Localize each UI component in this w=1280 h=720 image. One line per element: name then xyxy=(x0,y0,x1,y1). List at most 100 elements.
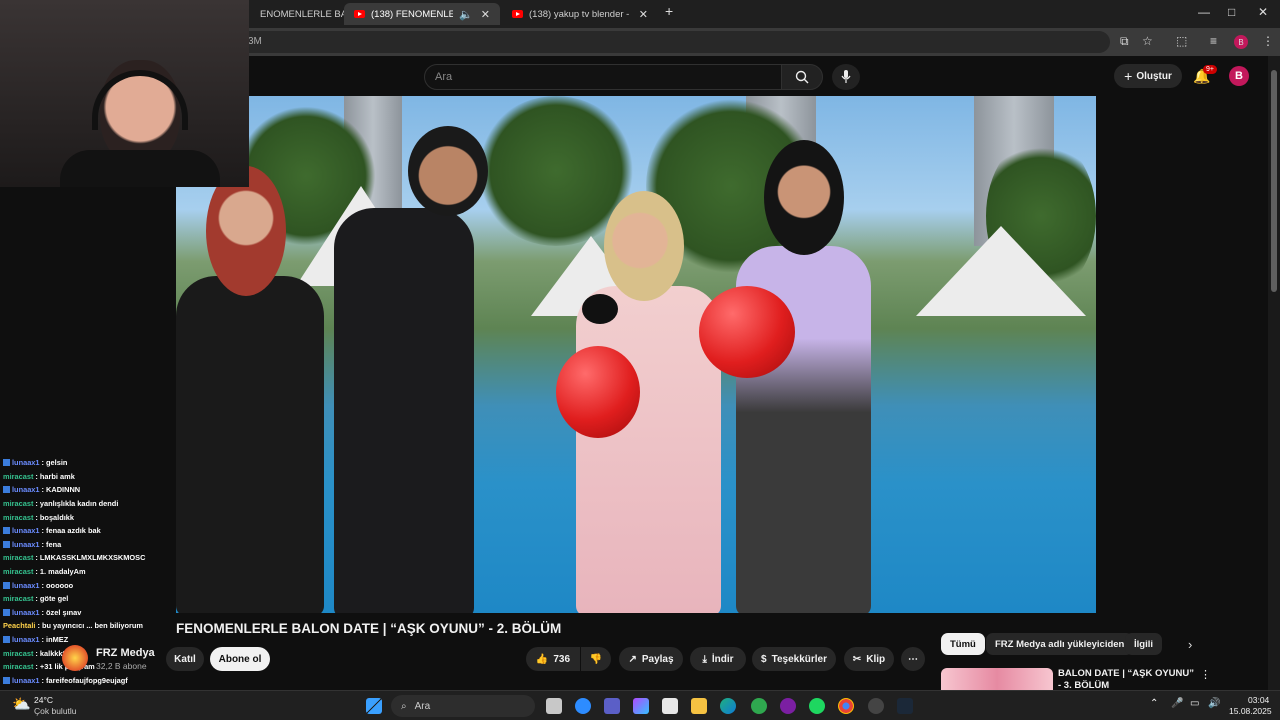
windows-start-icon[interactable] xyxy=(366,698,382,714)
youtube-favicon-icon xyxy=(354,10,365,18)
chat-username[interactable]: lunaax1 xyxy=(12,635,40,644)
close-icon[interactable]: ✕ xyxy=(639,8,648,21)
clip-button[interactable]: ✂ Klip xyxy=(844,647,894,671)
chat-username[interactable]: lunaax1 xyxy=(12,526,40,535)
close-icon[interactable]: ✕ xyxy=(481,8,490,21)
star-icon[interactable]: ☆ xyxy=(1142,34,1153,48)
share-button[interactable]: ↗ Paylaş xyxy=(619,647,683,671)
thanks-button[interactable]: $ Teşekkürler xyxy=(752,647,836,671)
browser-tab-1[interactable]: ENOMENLERLE BALON D ✕ xyxy=(250,3,344,25)
menu-kebab-icon[interactable]: ⋮ xyxy=(1262,34,1274,48)
chat-message: miracast: 1. madalyAm xyxy=(0,565,176,579)
chat-username[interactable]: miracast xyxy=(3,662,33,671)
copilot-icon[interactable] xyxy=(633,698,649,714)
thanks-icon: $ xyxy=(761,653,767,665)
page-scrollbar[interactable] xyxy=(1268,56,1280,690)
tab-title: (138) yakup tv blender - YouTub xyxy=(529,8,631,20)
create-button[interactable]: + Oluştur xyxy=(1114,64,1182,88)
chat-username[interactable]: miracast xyxy=(3,649,33,658)
download-button[interactable]: ⤓ İndir xyxy=(690,647,746,671)
chat-username[interactable]: lunaax1 xyxy=(12,540,40,549)
chat-text: : harbi amk xyxy=(35,471,75,481)
chat-username[interactable]: miracast xyxy=(3,594,33,603)
app-icon[interactable] xyxy=(780,698,796,714)
scrollbar-thumb[interactable] xyxy=(1271,70,1277,292)
extensions-icon[interactable]: ⬚ xyxy=(1176,34,1187,48)
channel-name[interactable]: FRZ Medya xyxy=(96,647,155,659)
streamer-shirt xyxy=(60,150,220,187)
spotify-icon[interactable] xyxy=(809,698,825,714)
chip-related[interactable]: İlgili xyxy=(1125,633,1162,655)
media-control-icon[interactable]: ≡ xyxy=(1210,34,1217,48)
recommended-thumbnail[interactable] xyxy=(941,668,1053,690)
chip-all[interactable]: Tümü xyxy=(941,633,985,655)
chat-username[interactable]: miracast xyxy=(3,499,33,508)
steam-icon[interactable] xyxy=(897,698,913,714)
url-field[interactable]: 3M xyxy=(180,31,1110,53)
clock-time: 03:04 xyxy=(1248,695,1270,705)
maximize-button[interactable]: □ xyxy=(1228,5,1235,19)
chat-username[interactable]: lunaax1 xyxy=(12,458,40,467)
account-avatar[interactable]: B xyxy=(1229,66,1249,86)
close-window-button[interactable]: ✕ xyxy=(1258,5,1268,19)
subscriber-count: 32,2 B abone xyxy=(96,661,147,671)
chat-username[interactable]: lunaax1 xyxy=(12,608,40,617)
browser-tab-3[interactable]: (138) yakup tv blender - YouTub ✕ xyxy=(502,3,658,25)
file-explorer-icon[interactable] xyxy=(691,698,707,714)
teams-icon[interactable] xyxy=(604,698,620,714)
chat-username[interactable]: miracast xyxy=(3,472,33,481)
join-button[interactable]: Katıl xyxy=(166,647,204,671)
subscribe-button[interactable]: Abone ol xyxy=(210,647,270,671)
microphone-icon[interactable]: 🎤 xyxy=(1171,698,1183,709)
voice-search-button[interactable] xyxy=(832,64,860,90)
recommended-title[interactable]: BALON DATE | “AŞK OYUNU” - 3. BÖLÜM xyxy=(1058,668,1198,690)
zoom-icon[interactable] xyxy=(575,698,591,714)
notification-badge: 9+ xyxy=(1203,65,1217,74)
minimize-button[interactable]: — xyxy=(1198,5,1210,19)
chat-badge-icon xyxy=(3,636,10,644)
clock-date: 15.08.2025 xyxy=(1229,706,1272,716)
task-view-icon[interactable] xyxy=(546,698,562,714)
search-button[interactable] xyxy=(781,64,823,90)
chat-username[interactable]: miracast xyxy=(3,513,33,522)
browser-tab-2[interactable]: (138) FENOMENLERLE BALO 🔈 ✕ xyxy=(344,3,500,25)
chat-username[interactable]: miracast xyxy=(3,553,33,562)
channel-avatar[interactable] xyxy=(62,645,88,671)
chat-message: lunaax1: fena xyxy=(0,538,176,552)
like-button[interactable]: 👍 736 xyxy=(526,647,580,671)
chat-username[interactable]: Peachtali xyxy=(3,621,35,630)
chat-username[interactable]: lunaax1 xyxy=(12,485,40,494)
profile-avatar[interactable]: B xyxy=(1234,35,1248,49)
chat-message: lunaax1: oooooo xyxy=(0,578,176,592)
taskbar-search[interactable]: ⌕ Ara xyxy=(391,695,535,717)
store-icon[interactable] xyxy=(662,698,678,714)
video-player[interactable] xyxy=(176,96,1096,613)
chevron-up-icon[interactable]: ⌃ xyxy=(1150,698,1158,709)
search-placeholder: Ara xyxy=(435,71,453,83)
chevron-right-icon[interactable]: › xyxy=(1188,637,1192,652)
new-tab-button[interactable]: + xyxy=(665,3,673,19)
app-icon[interactable] xyxy=(868,698,884,714)
network-icon[interactable]: ▭ xyxy=(1190,698,1199,709)
chat-text: : fena xyxy=(41,539,62,549)
dislike-button[interactable]: 👎 xyxy=(581,647,611,671)
edge-icon[interactable] xyxy=(720,698,736,714)
chat-message: Peachtali: bu yayıncıcı ... ben biliyoru… xyxy=(0,619,176,633)
speaker-icon[interactable]: 🔈 xyxy=(459,8,473,21)
chat-username[interactable]: lunaax1 xyxy=(12,676,40,685)
chrome-icon[interactable] xyxy=(838,698,854,714)
chat-username[interactable]: lunaax1 xyxy=(12,581,40,590)
more-actions-button[interactable]: ⋯ xyxy=(901,647,925,671)
taskbar-search-label: Ara xyxy=(414,700,431,712)
chat-text: : fareifeofaujfopg9eujagf xyxy=(41,675,128,685)
cast-icon[interactable]: ⧉ xyxy=(1120,34,1129,49)
kebab-icon[interactable]: ⋮ xyxy=(1200,668,1211,681)
chat-username[interactable]: miracast xyxy=(3,567,33,576)
search-input[interactable]: Ara xyxy=(424,64,782,90)
volume-icon[interactable]: 🔊 xyxy=(1208,698,1220,709)
chip-from-uploader[interactable]: FRZ Medya adlı yükleyiciden xyxy=(986,633,1134,655)
scissors-icon: ✂ xyxy=(852,653,862,665)
youtube-favicon-icon xyxy=(512,10,523,18)
search-icon: ⌕ xyxy=(401,700,407,712)
xbox-icon[interactable] xyxy=(751,698,767,714)
